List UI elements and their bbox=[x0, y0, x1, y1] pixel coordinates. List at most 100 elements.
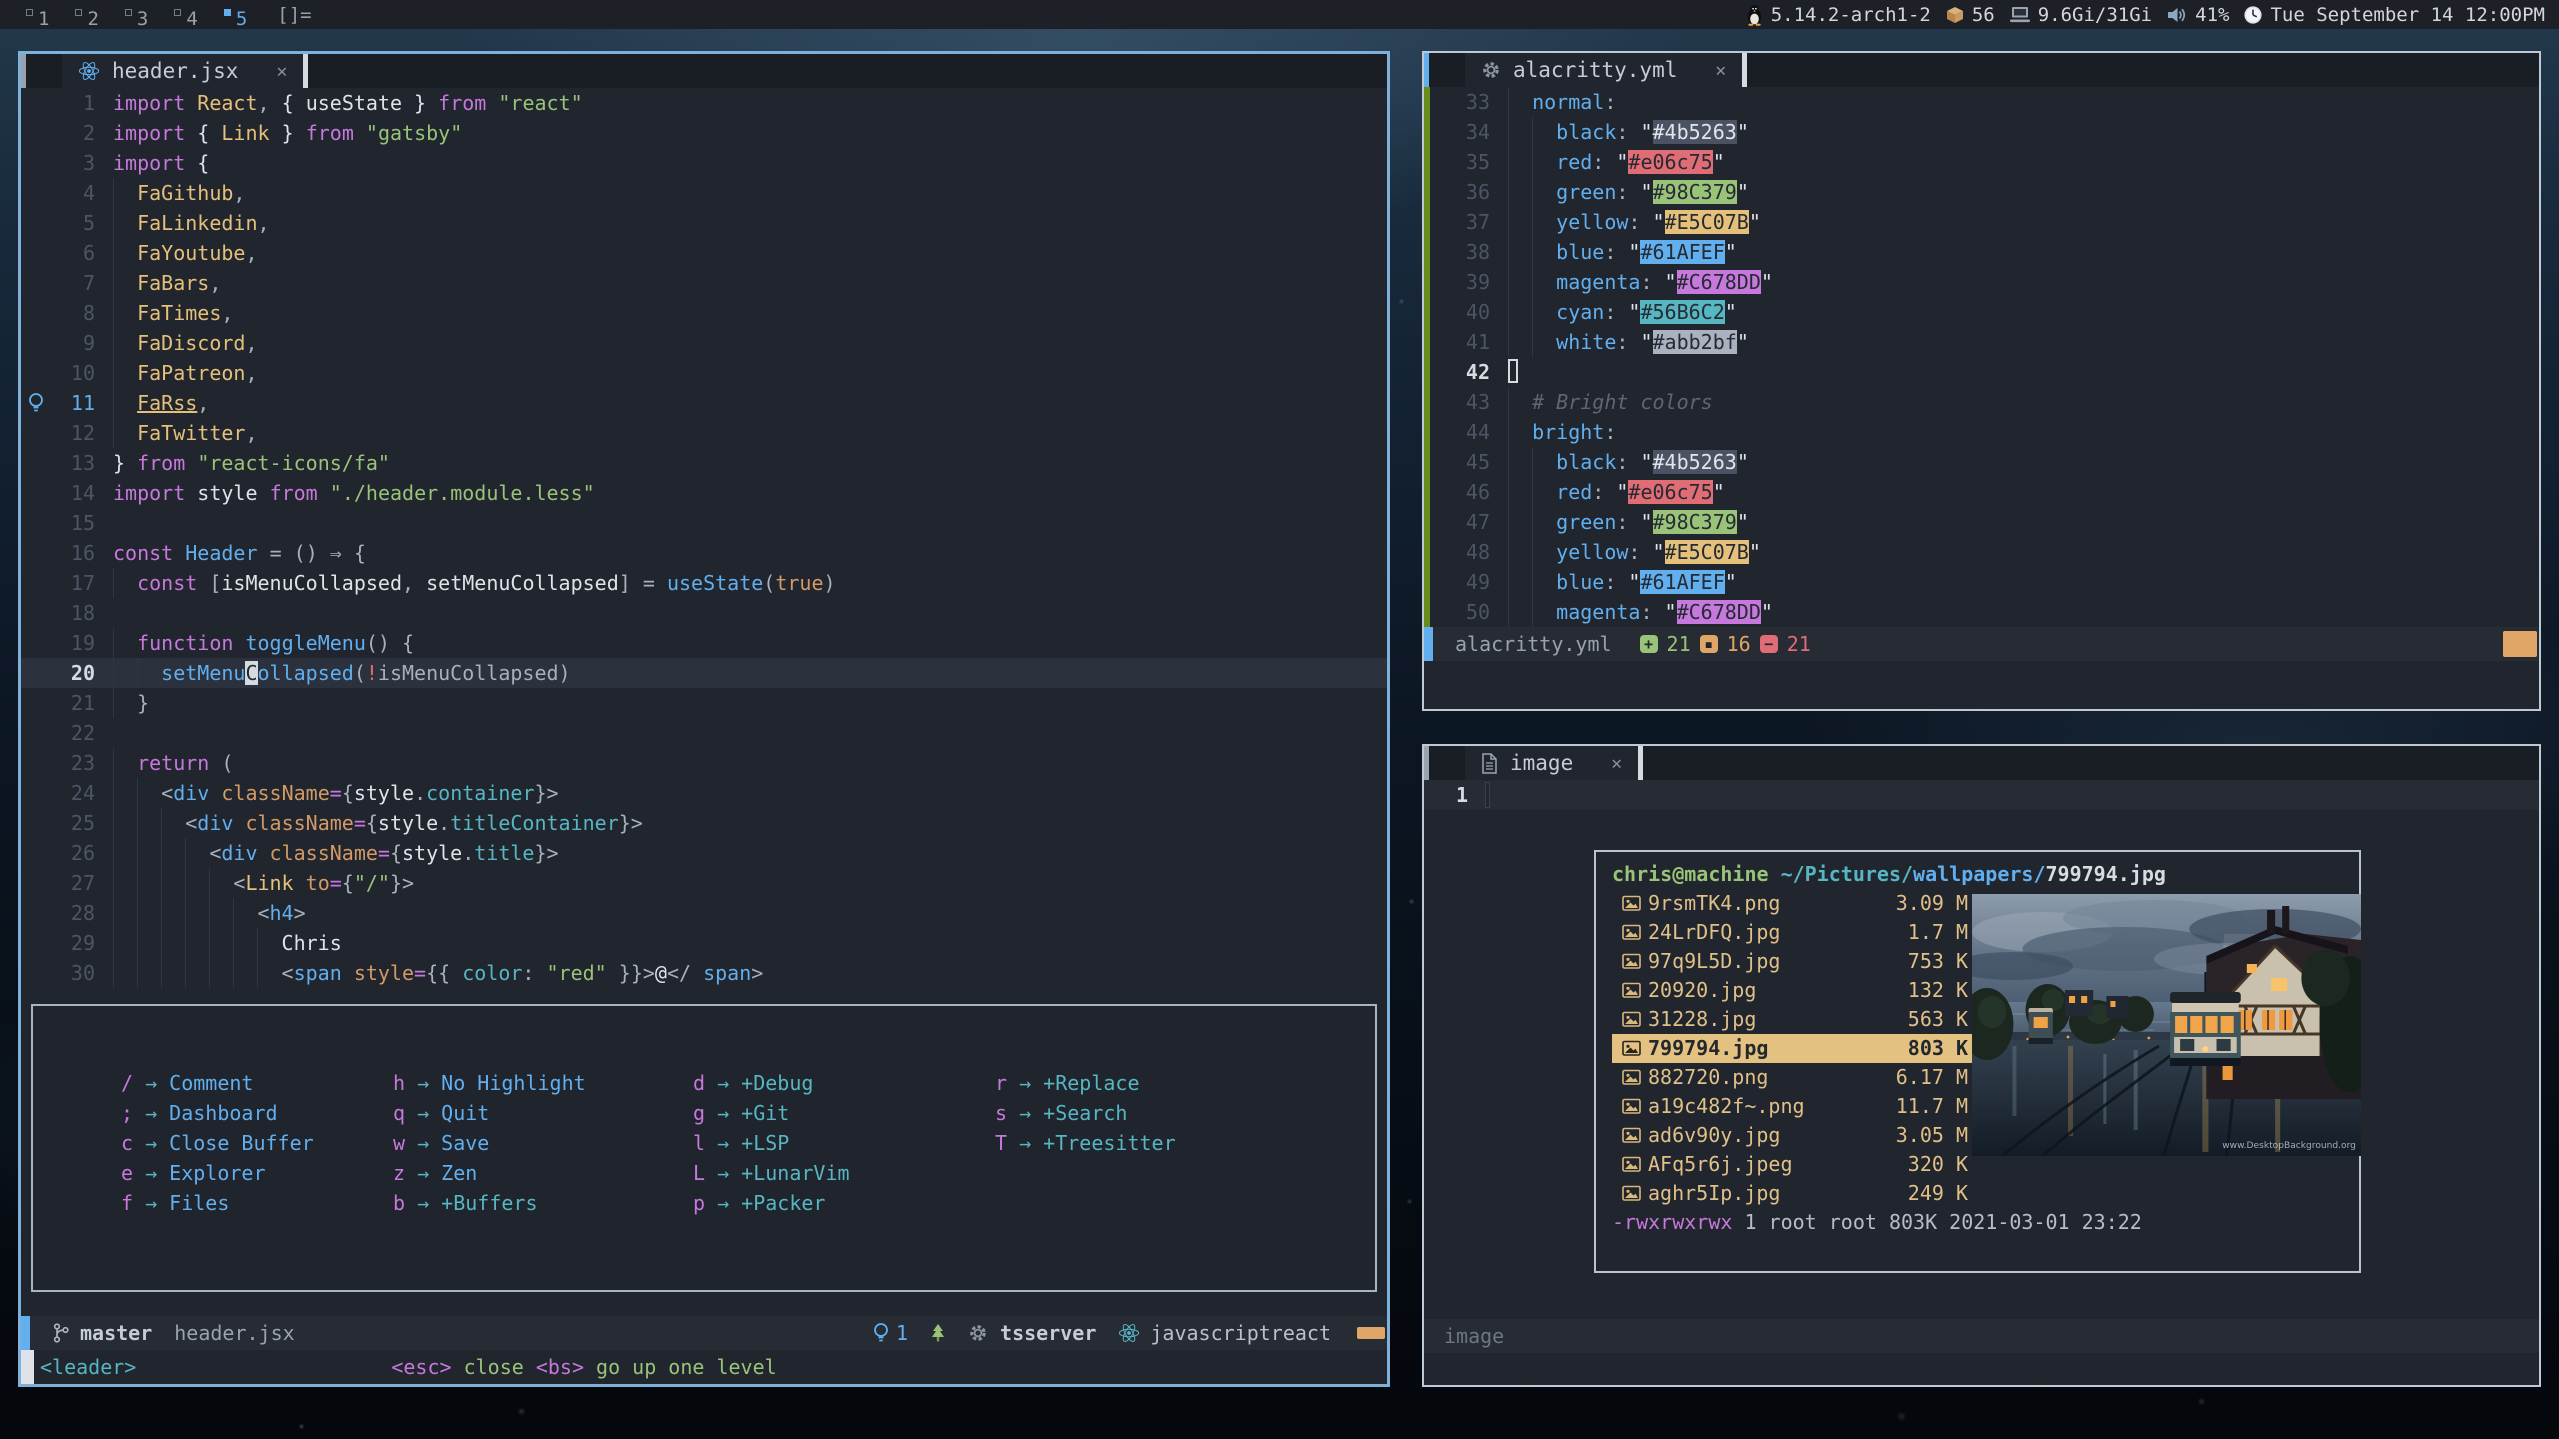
code-line-12[interactable]: 12 FaTwitter, bbox=[21, 418, 1387, 448]
code-line-5[interactable]: 5 FaLinkedin, bbox=[21, 208, 1387, 238]
which-key-item-/[interactable]: / → Comment bbox=[121, 1068, 393, 1098]
code-line-27[interactable]: 27 <Link to={"/"}> bbox=[21, 868, 1387, 898]
code-line-48[interactable]: 48 yellow: "#E5C07B" bbox=[1446, 537, 2539, 567]
code-area[interactable]: 1import React, { useState } from "react"… bbox=[21, 88, 1387, 988]
code-line-4[interactable]: 4 FaGithub, bbox=[21, 178, 1387, 208]
code-line-45[interactable]: 45 black: "#4b5263" bbox=[1446, 447, 2539, 477]
file-row-882720.png[interactable]: 882720.png6.17 M bbox=[1612, 1063, 1974, 1092]
line-number: 28 bbox=[51, 898, 95, 928]
close-icon[interactable]: ✕ bbox=[1611, 753, 1622, 774]
which-key-item-w[interactable]: w → Save bbox=[393, 1128, 693, 1158]
which-key-item-z[interactable]: z → Zen bbox=[393, 1158, 693, 1188]
file-row-9rsmTK4.png[interactable]: 9rsmTK4.png3.09 M bbox=[1612, 889, 1974, 918]
code-area[interactable]: 33 normal:34 black: "#4b5263"35 red: "#e… bbox=[1424, 87, 2539, 627]
code-line-17[interactable]: 17 const [isMenuCollapsed, setMenuCollap… bbox=[21, 568, 1387, 598]
code-line-36[interactable]: 36 green: "#98C379" bbox=[1446, 177, 2539, 207]
code-line-8[interactable]: 8 FaTimes, bbox=[21, 298, 1387, 328]
which-key-item-h[interactable]: h → No Highlight bbox=[393, 1068, 693, 1098]
file-row-31228.jpg[interactable]: 31228.jpg563 K bbox=[1612, 1005, 1974, 1034]
git-branch[interactable]: master bbox=[80, 1321, 152, 1345]
code-line-26[interactable]: 26 <div className={style.title}> bbox=[21, 838, 1387, 868]
code-line-33[interactable]: 33 normal: bbox=[1446, 87, 2539, 117]
close-icon[interactable]: ✕ bbox=[276, 61, 287, 82]
code-line-13[interactable]: 13} from "react-icons/fa" bbox=[21, 448, 1387, 478]
code-line-1[interactable]: 1import React, { useState } from "react" bbox=[21, 88, 1387, 118]
statusline: alacritty.yml + 21 ▪ 16 − 21 bbox=[1424, 627, 2539, 661]
workspace-5[interactable]: 5 bbox=[224, 8, 247, 30]
file-row-20920.jpg[interactable]: 20920.jpg132 K bbox=[1612, 976, 1974, 1005]
code-line-41[interactable]: 41 white: "#abb2bf" bbox=[1446, 327, 2539, 357]
which-key-item-r[interactable]: r → +Replace bbox=[995, 1068, 1375, 1098]
which-key-item-l[interactable]: l → +LSP bbox=[693, 1128, 995, 1158]
workspace-2[interactable]: 2 bbox=[75, 8, 98, 30]
code-line-14[interactable]: 14import style from "./header.module.les… bbox=[21, 478, 1387, 508]
close-icon[interactable]: ✕ bbox=[1715, 60, 1726, 81]
code-line-40[interactable]: 40 cyan: "#56B6C2" bbox=[1446, 297, 2539, 327]
code-line-29[interactable]: 29 Chris bbox=[21, 928, 1387, 958]
which-key-item-g[interactable]: g → +Git bbox=[693, 1098, 995, 1128]
which-key-item-d[interactable]: d → +Debug bbox=[693, 1068, 995, 1098]
file-row-ad6v90y.jpg[interactable]: ad6v90y.jpg3.05 M bbox=[1612, 1121, 1974, 1150]
code-line-39[interactable]: 39 magenta: "#C678DD" bbox=[1446, 267, 2539, 297]
code-line-30[interactable]: 30 <span style={{ color: "red" }}>@</ sp… bbox=[21, 958, 1387, 988]
code-line-9[interactable]: 9 FaDiscord, bbox=[21, 328, 1387, 358]
workspace-4[interactable]: 4 bbox=[174, 8, 197, 30]
indent-guide bbox=[161, 958, 185, 988]
file-row-799794.jpg[interactable]: 799794.jpg803 K bbox=[1612, 1034, 1974, 1063]
workspace-1[interactable]: 1 bbox=[26, 8, 49, 30]
which-key-item-b[interactable]: b → +Buffers bbox=[393, 1188, 693, 1218]
which-key-item-;[interactable]: ; → Dashboard bbox=[121, 1098, 393, 1128]
which-key-item-e[interactable]: e → Explorer bbox=[121, 1158, 393, 1188]
code-line-43[interactable]: 43 # Bright colors bbox=[1446, 387, 2539, 417]
code-line-47[interactable]: 47 green: "#98C379" bbox=[1446, 507, 2539, 537]
code-line-38[interactable]: 38 blue: "#61AFEF" bbox=[1446, 237, 2539, 267]
tab-image[interactable]: image ✕ bbox=[1465, 746, 1638, 780]
code-line-34[interactable]: 34 black: "#4b5263" bbox=[1446, 117, 2539, 147]
code-line-50[interactable]: 50 magenta: "#C678DD" bbox=[1446, 597, 2539, 627]
which-key-item-c[interactable]: c → Close Buffer bbox=[121, 1128, 393, 1158]
line-number: 1 bbox=[51, 88, 95, 118]
code-line-35[interactable]: 35 red: "#e06c75" bbox=[1446, 147, 2539, 177]
which-key-item-q[interactable]: q → Quit bbox=[393, 1098, 693, 1128]
command-line[interactable]: <leader> <esc> close <bs> go up one leve… bbox=[21, 1350, 1387, 1384]
code-line-19[interactable]: 19 function toggleMenu() { bbox=[21, 628, 1387, 658]
file-row-aghr5Ip.jpg[interactable]: aghr5Ip.jpg249 K bbox=[1612, 1179, 1974, 1208]
code-line-22[interactable]: 22 bbox=[21, 718, 1387, 748]
tab-header-jsx[interactable]: header.jsx ✕ bbox=[62, 54, 303, 88]
tab-alacritty-yml[interactable]: alacritty.yml ✕ bbox=[1465, 53, 1742, 87]
code-line-25[interactable]: 25 <div className={style.titleContainer}… bbox=[21, 808, 1387, 838]
code-line-46[interactable]: 46 red: "#e06c75" bbox=[1446, 477, 2539, 507]
code-line-49[interactable]: 49 blue: "#61AFEF" bbox=[1446, 567, 2539, 597]
scroll-indicator[interactable] bbox=[2503, 631, 2537, 657]
scroll-indicator[interactable] bbox=[1357, 1327, 1385, 1339]
workspace-3[interactable]: 3 bbox=[125, 8, 148, 30]
code-line-16[interactable]: 16const Header = () ⇒ { bbox=[21, 538, 1387, 568]
code-line-44[interactable]: 44 bright: bbox=[1446, 417, 2539, 447]
layout-symbol[interactable]: []= bbox=[277, 4, 311, 26]
code-line-28[interactable]: 28 <h4> bbox=[21, 898, 1387, 928]
file-row-97q9L5D.jpg[interactable]: 97q9L5D.jpg753 K bbox=[1612, 947, 1974, 976]
code-line-21[interactable]: 21 } bbox=[21, 688, 1387, 718]
file-row-a19c482f~.png[interactable]: a19c482f~.png11.7 M bbox=[1612, 1092, 1974, 1121]
code-line-42[interactable]: 42 bbox=[1446, 357, 2539, 387]
code-line-10[interactable]: 10 FaPatreon, bbox=[21, 358, 1387, 388]
code-line-23[interactable]: 23 return ( bbox=[21, 748, 1387, 778]
code-line-6[interactable]: 6 FaYoutube, bbox=[21, 238, 1387, 268]
file-row-AFq5r6j.jpeg[interactable]: AFq5r6j.jpeg320 K bbox=[1612, 1150, 1974, 1179]
which-key-item-L[interactable]: L → +LunarVim bbox=[693, 1158, 995, 1188]
code-line-11[interactable]: 11 FaRss, bbox=[21, 388, 1387, 418]
buffer-line-1[interactable]: 1 bbox=[1424, 780, 2539, 810]
code-line-3[interactable]: 3import { bbox=[21, 148, 1387, 178]
code-line-2[interactable]: 2import { Link } from "gatsby" bbox=[21, 118, 1387, 148]
code-line-37[interactable]: 37 yellow: "#E5C07B" bbox=[1446, 207, 2539, 237]
code-line-20[interactable]: 20 setMenuCollapsed(!isMenuCollapsed) bbox=[21, 658, 1387, 688]
which-key-item-f[interactable]: f → Files bbox=[121, 1188, 393, 1218]
code-line-18[interactable]: 18 bbox=[21, 598, 1387, 628]
code-line-7[interactable]: 7 FaBars, bbox=[21, 268, 1387, 298]
which-key-item-p[interactable]: p → +Packer bbox=[693, 1188, 995, 1218]
which-key-item-s[interactable]: s → +Search bbox=[995, 1098, 1375, 1128]
which-key-item-T[interactable]: T → +Treesitter bbox=[995, 1128, 1375, 1158]
file-row-24LrDFQ.jpg[interactable]: 24LrDFQ.jpg1.7 M bbox=[1612, 918, 1974, 947]
code-line-24[interactable]: 24 <div className={style.container}> bbox=[21, 778, 1387, 808]
code-line-15[interactable]: 15 bbox=[21, 508, 1387, 538]
